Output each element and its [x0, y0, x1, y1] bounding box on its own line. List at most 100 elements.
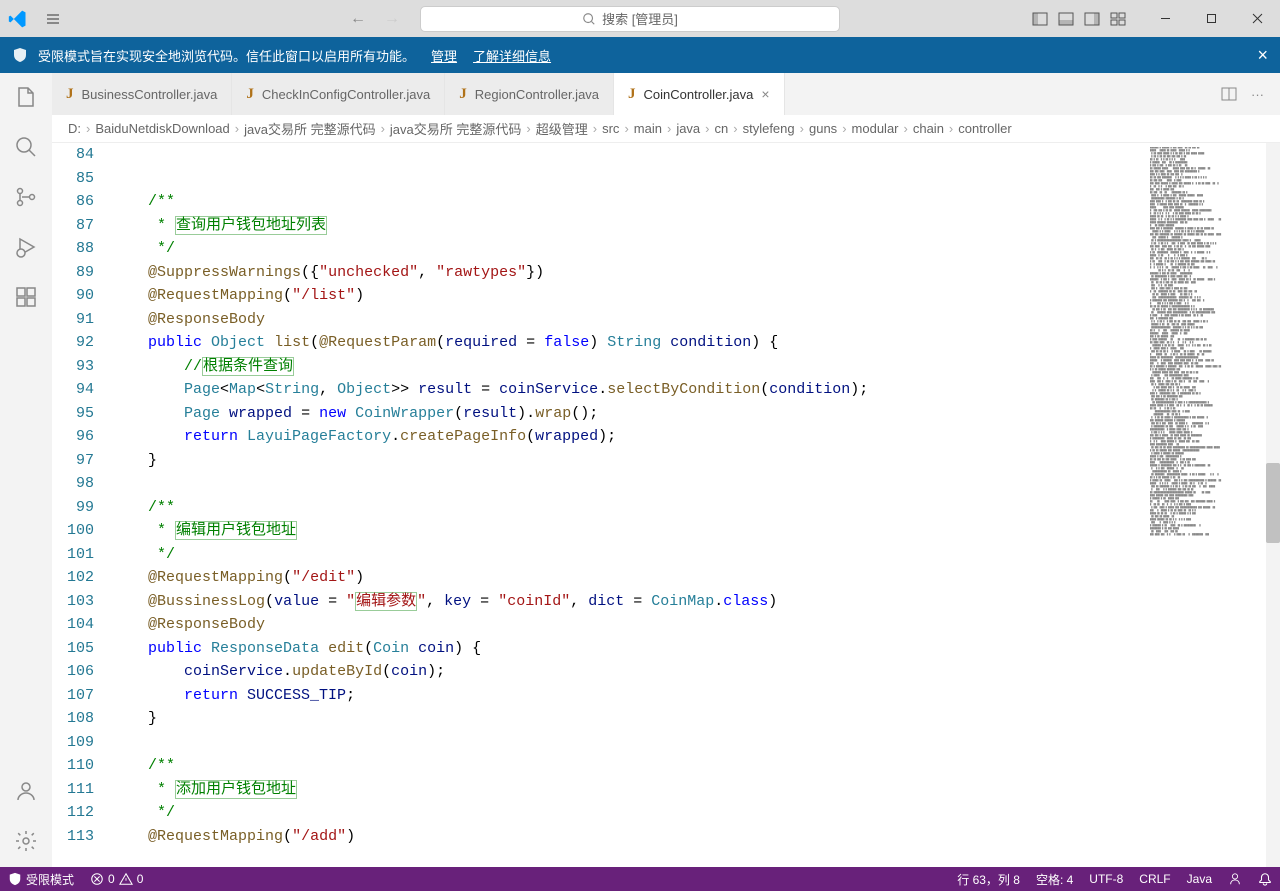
code-content[interactable]: /** * 查询用户钱包地址列表 */ @SuppressWarnings({"… — [112, 143, 1146, 867]
breadcrumb-item[interactable]: 超级管理 — [536, 119, 588, 138]
run-debug-icon[interactable] — [14, 235, 38, 259]
breadcrumb-item[interactable]: cn — [715, 121, 729, 136]
tab-checkinconfigcontroller-java[interactable]: JCheckInConfigController.java — [232, 73, 445, 115]
breadcrumb-item[interactable]: java交易所 完整源代码 — [244, 119, 375, 138]
line-number: 102 — [52, 566, 94, 590]
search-activity-icon[interactable] — [14, 135, 38, 159]
code-line[interactable]: /** — [112, 190, 1146, 214]
code-line[interactable]: public ResponseData edit(Coin coin) { — [112, 637, 1146, 661]
code-line[interactable]: return LayuiPageFactory.createPageInfo(w… — [112, 425, 1146, 449]
code-line[interactable]: coinService.updateById(coin); — [112, 660, 1146, 684]
titlebar: ← → 搜索 [管理员] — [0, 0, 1280, 37]
code-line[interactable]: @RequestMapping("/list") — [112, 284, 1146, 308]
split-editor-icon[interactable] — [1221, 86, 1237, 102]
code-editor[interactable]: 8485868788899091929394959697989910010110… — [52, 143, 1280, 867]
tab-label: CoinController.java — [644, 87, 754, 102]
search-input[interactable]: 搜索 [管理员] — [420, 6, 840, 32]
status-encoding[interactable]: UTF-8 — [1081, 867, 1131, 891]
status-bell-icon[interactable] — [1250, 867, 1280, 891]
code-line[interactable]: */ — [112, 801, 1146, 825]
minimap[interactable]: ███████ █ ██████ █ ███ ████ ██ ██ ███ ██… — [1146, 143, 1266, 867]
tab-close-icon[interactable]: × — [761, 86, 769, 102]
code-line[interactable] — [112, 167, 1146, 191]
code-line[interactable]: return SUCCESS_TIP; — [112, 684, 1146, 708]
status-restricted[interactable]: 受限模式 — [0, 867, 82, 891]
restricted-mode-banner: 受限模式旨在实现安全地浏览代码。信任此窗口以启用所有功能。 管理 了解详细信息 … — [0, 37, 1280, 73]
banner-close-icon[interactable]: × — [1257, 45, 1268, 66]
code-line[interactable]: //根据条件查询 — [112, 355, 1146, 379]
breadcrumb-item[interactable]: BaiduNetdiskDownload — [95, 121, 229, 136]
status-problems[interactable]: 0 0 — [82, 867, 151, 891]
extensions-icon[interactable] — [14, 285, 38, 309]
code-line[interactable]: } — [112, 449, 1146, 473]
line-number: 107 — [52, 684, 94, 708]
status-indent[interactable]: 空格: 4 — [1028, 867, 1081, 891]
minimize-button[interactable] — [1142, 0, 1188, 37]
status-feedback-icon[interactable] — [1220, 867, 1250, 891]
breadcrumb-item[interactable]: controller — [958, 121, 1011, 136]
code-line[interactable]: @BussinessLog(value = "编辑参数", key = "coi… — [112, 590, 1146, 614]
code-line[interactable]: * 添加用户钱包地址 — [112, 778, 1146, 802]
code-line[interactable]: @SuppressWarnings({"unchecked", "rawtype… — [112, 261, 1146, 285]
code-line[interactable] — [112, 143, 1146, 167]
code-line[interactable]: @ResponseBody — [112, 308, 1146, 332]
code-line[interactable]: */ — [112, 543, 1146, 567]
breadcrumbs[interactable]: D:›BaiduNetdiskDownload›java交易所 完整源代码›ja… — [52, 115, 1280, 143]
status-language[interactable]: Java — [1179, 867, 1220, 891]
breadcrumb-sep: › — [800, 121, 804, 136]
code-line[interactable]: /** — [112, 754, 1146, 778]
menu-icon[interactable] — [35, 11, 70, 27]
breadcrumb-item[interactable]: chain — [913, 121, 944, 136]
shield-icon — [12, 47, 28, 63]
breadcrumb-item[interactable]: java交易所 完整源代码 — [390, 119, 521, 138]
tab-regioncontroller-java[interactable]: JRegionController.java — [445, 73, 614, 115]
search-placeholder: 搜索 [管理员] — [602, 9, 678, 28]
code-line[interactable]: */ — [112, 237, 1146, 261]
breadcrumb-item[interactable]: modular — [852, 121, 899, 136]
breadcrumb-sep: › — [705, 121, 709, 136]
vertical-scrollbar[interactable] — [1266, 143, 1280, 867]
code-line[interactable]: /** — [112, 496, 1146, 520]
code-line[interactable]: Page wrapped = new CoinWrapper(result).w… — [112, 402, 1146, 426]
scrollbar-thumb[interactable] — [1266, 463, 1280, 543]
breadcrumb-item[interactable]: src — [602, 121, 619, 136]
banner-learn-link[interactable]: 了解详细信息 — [473, 46, 551, 65]
code-line[interactable]: public Object list(@RequestParam(require… — [112, 331, 1146, 355]
close-button[interactable] — [1234, 0, 1280, 37]
code-line[interactable]: Page<Map<String, Object>> result = coinS… — [112, 378, 1146, 402]
status-eol[interactable]: CRLF — [1131, 867, 1178, 891]
settings-gear-icon[interactable] — [14, 829, 38, 853]
code-line[interactable] — [112, 731, 1146, 755]
panel-left-icon[interactable] — [1030, 9, 1050, 29]
breadcrumb-item[interactable]: main — [634, 121, 662, 136]
code-line[interactable]: * 查询用户钱包地址列表 — [112, 214, 1146, 238]
panel-right-icon[interactable] — [1082, 9, 1102, 29]
breadcrumb-item[interactable]: stylefeng — [743, 121, 795, 136]
code-line[interactable]: @RequestMapping("/add") — [112, 825, 1146, 849]
more-actions-icon[interactable]: ··· — [1251, 87, 1264, 102]
panel-bottom-icon[interactable] — [1056, 9, 1076, 29]
breadcrumb-item[interactable]: D: — [68, 121, 81, 136]
code-line[interactable] — [112, 472, 1146, 496]
nav-forward-icon[interactable]: → — [384, 10, 400, 28]
breadcrumb-item[interactable]: guns — [809, 121, 837, 136]
code-line[interactable]: * 编辑用户钱包地址 — [112, 519, 1146, 543]
tab-label: BusinessController.java — [82, 87, 218, 102]
nav-back-icon[interactable]: ← — [350, 10, 366, 28]
code-line[interactable]: @ResponseBody — [112, 613, 1146, 637]
tab-coincontroller-java[interactable]: JCoinController.java× — [614, 73, 785, 115]
banner-manage-link[interactable]: 管理 — [431, 46, 457, 65]
line-number: 103 — [52, 590, 94, 614]
breadcrumb-item[interactable]: java — [676, 121, 700, 136]
layout-customize-icon[interactable] — [1108, 9, 1128, 29]
explorer-icon[interactable] — [14, 85, 38, 109]
minimap-content: ███████ █ ██████ █ ███ ████ ██ ██ ███ ██… — [1150, 147, 1262, 537]
code-line[interactable]: } — [112, 707, 1146, 731]
tab-businesscontroller-java[interactable]: JBusinessController.java — [52, 73, 232, 115]
maximize-button[interactable] — [1188, 0, 1234, 37]
accounts-icon[interactable] — [14, 779, 38, 803]
source-control-icon[interactable] — [14, 185, 38, 209]
code-line[interactable]: @RequestMapping("/edit") — [112, 566, 1146, 590]
status-cursor[interactable]: 行 63，列 8 — [949, 867, 1028, 891]
line-number: 95 — [52, 402, 94, 426]
